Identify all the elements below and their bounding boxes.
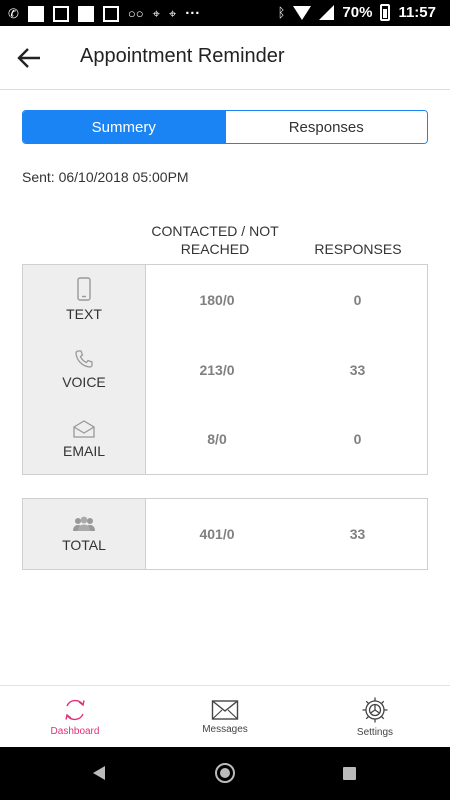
responses-value: 33 (349, 361, 366, 378)
tab-responses[interactable]: Responses (224, 111, 427, 143)
channel-label: EMAIL (62, 442, 105, 459)
system-home-icon[interactable] (215, 763, 235, 783)
notification-icon (77, 5, 94, 22)
notification-icon (102, 5, 119, 22)
tab-switcher: Summery Responses (22, 110, 428, 144)
refresh-icon (65, 699, 85, 720)
cellular-icon (319, 5, 335, 20)
more-notifications: ··· (185, 5, 201, 22)
total-table: TOTAL 401/0 33 (22, 498, 428, 570)
contacted-value: 180/0 (199, 291, 235, 308)
map-icon: ⌖ (168, 5, 177, 21)
nav-settings[interactable]: Settings (300, 686, 450, 747)
table-row: 401/0 33 (146, 499, 427, 569)
arrow-left-icon (17, 48, 40, 68)
total-label-cell: TOTAL (23, 499, 145, 569)
group-icon (73, 516, 95, 531)
app-bar: Appointment Reminder (0, 26, 450, 90)
table-row: 180/0 0 (146, 265, 427, 335)
gallery-icon (52, 5, 69, 22)
system-back-icon[interactable] (93, 766, 105, 780)
total-label-column: TOTAL (23, 499, 146, 569)
total-label: TOTAL (62, 536, 106, 553)
battery-icon (380, 4, 391, 21)
total-responses-value: 33 (349, 526, 366, 542)
map-icon: ⌖ (152, 5, 160, 21)
contacted-value: 8/0 (207, 431, 227, 448)
phone-icon (77, 277, 91, 302)
column-header-contacted: CONTACTED / NOT REACHED (151, 223, 279, 257)
status-bar: ✆ ○○ ⌖ ⌖ ··· ᛒ 70% 11:57 (0, 0, 450, 26)
total-contacted-value: 401/0 (199, 526, 235, 542)
channel-label: VOICE (62, 374, 106, 390)
nav-label: Dashboard (50, 725, 100, 737)
page-title: Appointment Reminder (80, 45, 285, 67)
battery-percent: 70% (342, 4, 373, 21)
channel-table: TEXT VOICE EMAIL 180/0 0 213/0 33 8/0 0 (22, 264, 428, 475)
system-navigation-bar (0, 747, 450, 800)
channel-text: TEXT (23, 265, 145, 335)
nav-messages[interactable]: Messages (150, 686, 300, 747)
notification-icon (27, 5, 44, 22)
responses-value: 0 (353, 431, 362, 448)
clock: 11:57 (398, 4, 436, 21)
contacted-value: 213/0 (199, 361, 235, 378)
bluetooth-icon: ᛒ (277, 4, 286, 20)
nav-label: Messages (202, 723, 248, 735)
envelope-icon (211, 699, 239, 720)
missed-call-icon: ✆ (8, 5, 19, 21)
table-row: 213/0 33 (146, 335, 427, 405)
channel-label-column: TEXT VOICE EMAIL (23, 265, 146, 474)
channel-voice: VOICE (23, 335, 145, 405)
total-values-column: 401/0 33 (146, 499, 427, 569)
table-row: 8/0 0 (146, 404, 427, 474)
column-header-responses: RESPONSES (314, 241, 402, 257)
nav-dashboard[interactable]: Dashboard (0, 686, 150, 747)
gear-icon (362, 697, 388, 722)
voicemail-icon: ○○ (127, 5, 144, 21)
channel-label: TEXT (66, 306, 102, 323)
nav-label: Settings (356, 726, 394, 738)
responses-value: 0 (353, 291, 362, 308)
handset-icon (75, 350, 93, 368)
back-button[interactable] (14, 42, 46, 74)
sent-timestamp: Sent: 06/10/2018 05:00PM (22, 169, 189, 185)
envelope-icon (73, 419, 95, 438)
bottom-navigation: Dashboard Messages Settings (0, 685, 450, 747)
system-recents-icon[interactable] (343, 767, 356, 780)
channel-email: EMAIL (23, 404, 145, 474)
channel-values-column: 180/0 0 213/0 33 8/0 0 (146, 265, 427, 474)
tab-summery[interactable]: Summery (23, 111, 225, 143)
wifi-icon (293, 5, 312, 20)
